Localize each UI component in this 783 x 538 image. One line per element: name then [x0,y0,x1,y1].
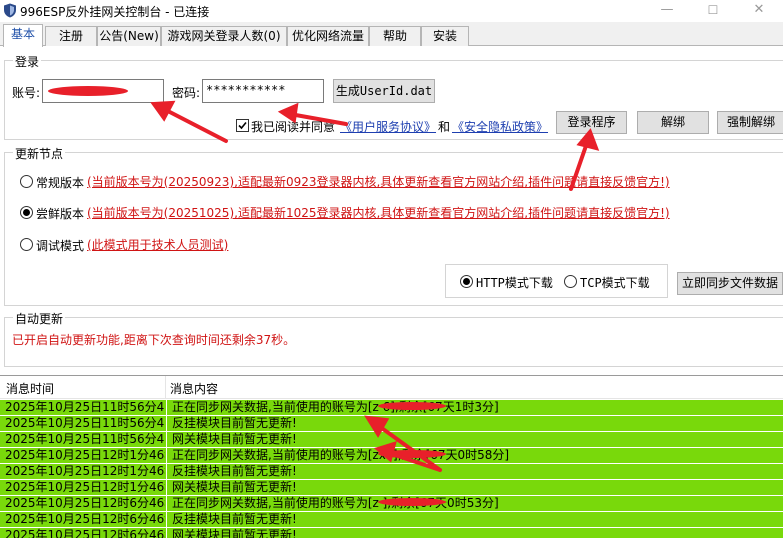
log-row-time: 2025年10月25日11时56分46秒 [5,432,165,446]
close-button[interactable]: ✕ [736,0,782,22]
password-field[interactable]: *********** [202,79,324,103]
log-header: 消息时间 消息内容 [0,376,783,399]
title-bar: 996ESP反外挂网关控制台 - 已连接 — ☐ ✕ [0,0,783,22]
col-separator [165,376,166,399]
log-row-message: 反挂模块目前暂无更新! [172,512,297,526]
log-row[interactable]: 2025年10月25日12时6分46秒 正在同步网关数据,当前使用的账号为[z ]… [0,496,783,512]
tcp-download-option[interactable]: TCP模式下载 [564,273,664,291]
radio-preview[interactable] [20,206,33,219]
log-rows: 2025年10月25日11时56分46秒正在同步网关数据,当前使用的账号为[z … [0,400,783,538]
option-debug-desc: (此模式用于技术人员测试) [87,238,229,252]
log-row-message: 网关模块目前暂无更新! [172,480,297,494]
agree-checkbox[interactable] [236,119,249,132]
option-regular-version[interactable]: 常规版本 (当前版本号为(20250923),适配最新0923登录器内核,具体更… [20,173,720,191]
force-unbind-button[interactable]: 强制解绑 [717,111,783,134]
window-title: 996ESP反外挂网关控制台 - 已连接 [20,5,210,19]
tab-help[interactable]: 帮助 [369,26,421,46]
log-row-message: 反挂模块目前暂无更新! [172,464,297,478]
login-button[interactable]: 登录程序 [556,111,627,134]
option-preview-desc: (当前版本号为(20251025),适配最新1025登录器内核,具体更新查看官方… [87,206,670,220]
log-row-separator [166,416,167,432]
log-row-separator [166,464,167,480]
log-row-message: 正在同步网关数据,当前使用的账号为[zxi ],剩余[67天0时58分] [172,448,510,462]
tcp-download-label: TCP模式下载 [580,276,650,290]
password-label: 密码: [172,86,201,100]
tab-gateway-logins[interactable]: 游戏网关登录人数(0) [161,26,287,46]
log-row-time: 2025年10月25日12时1分46秒 [5,448,165,462]
log-row[interactable]: 2025年10月25日12时1分46秒 正在同步网关数据,当前使用的账号为[zxi… [0,448,783,464]
sync-files-button[interactable]: 立即同步文件数据 [677,272,783,295]
log-row-message: 网关模块目前暂无更新! [172,528,297,538]
log-row-separator [166,432,167,448]
log-row-separator [166,480,167,496]
log-row[interactable]: 2025年10月25日12时1分46秒 网关模块目前暂无更新! [0,480,783,496]
log-row-separator [166,496,167,512]
log-row-time: 2025年10月25日12时1分46秒 [5,464,165,478]
tab-install[interactable]: 安装 [421,26,469,46]
log-row-separator [166,448,167,464]
log-row[interactable]: 2025年10月25日12时6分46秒 网关模块目前暂无更新! [0,528,783,538]
log-row-time: 2025年10月25日11时56分46秒 [5,416,165,430]
auto-update-status: 已开启自动更新功能,距离下次查询时间还剩余37秒。 [12,333,296,347]
user-agreement-link[interactable]: 《用户服务协议》 [340,118,436,135]
option-preview-label: 尝鲜版本 [36,207,85,221]
radio-regular[interactable] [20,175,33,188]
log-row-time: 2025年10月25日12时1分46秒 [5,480,165,494]
generate-userid-button[interactable]: 生成UserId.dat [333,79,435,103]
log-row-time: 2025年10月25日12时6分46秒 [5,496,165,510]
option-debug-label: 调试模式 [36,239,85,253]
option-regular-desc: (当前版本号为(20250923),适配最新0923登录器内核,具体更新查看官方… [87,175,670,189]
auto-update-legend: 自动更新 [13,310,66,327]
log-row[interactable]: 2025年10月25日11时56分46秒正在同步网关数据,当前使用的账号为[z … [0,400,783,416]
http-download-label: HTTP模式下载 [476,276,553,290]
log-row[interactable]: 2025年10月25日12时1分46秒 反挂模块目前暂无更新! [0,464,783,480]
option-preview-version[interactable]: 尝鲜版本 (当前版本号为(20251025),适配最新1025登录器内核,具体更… [20,204,720,222]
radio-debug[interactable] [20,238,33,251]
log-row-message: 正在同步网关数据,当前使用的账号为[z 6],剩余[67天1时3分] [172,400,499,414]
message-log[interactable]: 消息时间 消息内容 2025年10月25日11时56分46秒正在同步网关数据,当… [0,375,783,538]
col-header-time[interactable]: 消息时间 [6,380,54,397]
tab-strip: 基本 注册 公告(New) 游戏网关登录人数(0) 优化网络流量 帮助 安装 [0,24,783,47]
login-group-legend: 登录 [13,53,42,70]
radio-tcp[interactable] [564,275,577,288]
tab-basic[interactable]: 基本 [3,24,43,47]
update-node-legend: 更新节点 [13,145,66,162]
http-download-option[interactable]: HTTP模式下载 [460,273,560,291]
privacy-policy-link[interactable]: 《安全隐私政策》 [452,118,548,135]
unbind-button[interactable]: 解绑 [637,111,709,134]
minimize-button[interactable]: — [644,0,690,22]
agree-text: 我已阅读并同意 [251,120,336,134]
log-row-message: 反挂模块目前暂无更新! [172,416,297,430]
log-row-message: 正在同步网关数据,当前使用的账号为[z ],剩余[67天0时53分] [172,496,499,510]
shield-icon [4,3,16,18]
log-row-separator [166,528,167,538]
tab-register[interactable]: 注册 [45,26,97,46]
option-debug-mode[interactable]: 调试模式 (此模式用于技术人员测试) [20,236,720,254]
log-row[interactable]: 2025年10月25日11时56分46秒反挂模块目前暂无更新! [0,416,783,432]
and-text: 和 [438,120,451,134]
log-row[interactable]: 2025年10月25日12时6分46秒 反挂模块目前暂无更新! [0,512,783,528]
log-row-message: 网关模块目前暂无更新! [172,432,297,446]
tab-announcement[interactable]: 公告(New) [97,26,161,46]
log-row[interactable]: 2025年10月25日11时56分46秒网关模块目前暂无更新! [0,432,783,448]
log-row-time: 2025年10月25日12时6分46秒 [5,528,165,538]
maximize-button[interactable]: ☐ [690,0,736,22]
log-row-separator [166,512,167,528]
tab-optimize-network[interactable]: 优化网络流量 [287,26,369,46]
account-label: 账号: [12,86,41,100]
log-row-time: 2025年10月25日12时6分46秒 [5,512,165,526]
log-row-time: 2025年10月25日11时56分46秒 [5,400,165,414]
col-header-message[interactable]: 消息内容 [170,380,218,397]
log-row-separator [166,400,167,416]
checkmark-icon [238,121,247,130]
tab-content-basic: 登录 账号: 密码: *********** 生成UserId.dat 我已阅读… [0,46,783,538]
option-regular-label: 常规版本 [36,176,85,190]
radio-http[interactable] [460,275,473,288]
account-field[interactable] [42,79,164,103]
